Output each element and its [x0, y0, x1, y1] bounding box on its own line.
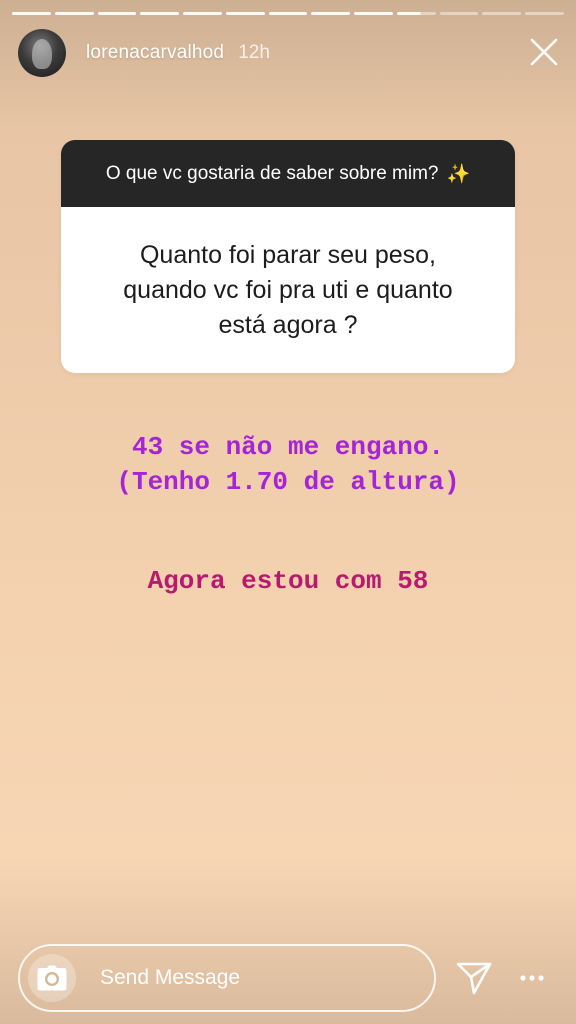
close-button[interactable]: [528, 36, 560, 68]
progress-segment: [525, 12, 564, 15]
send-button[interactable]: [454, 958, 494, 998]
avatar[interactable]: [18, 29, 66, 77]
camera-button[interactable]: [28, 954, 76, 1002]
progress-segment: [396, 12, 436, 15]
more-options-button[interactable]: [512, 958, 552, 998]
progress-segment: [482, 12, 522, 15]
username[interactable]: lorenacarvalhod: [86, 42, 224, 64]
progress-segment: [12, 12, 51, 15]
answer-text-1: 43 se não me engano. (Tenho 1.70 de altu…: [116, 432, 460, 497]
answer-text-2: Agora estou com 58: [147, 566, 429, 596]
progress-segment: [97, 12, 137, 15]
send-icon: [456, 962, 492, 995]
camera-icon: [37, 965, 67, 991]
question-prompt: O que vc gostaria de saber sobre mim? ✨: [61, 140, 515, 207]
progress-segment: [268, 12, 308, 15]
progress-segment: [225, 12, 265, 15]
story-header: lorenacarvalhod 12h: [18, 28, 270, 78]
close-icon: [530, 38, 558, 66]
story-view[interactable]: lorenacarvalhod 12h O que vc gostaria de…: [0, 0, 576, 1024]
progress-segment: [311, 12, 351, 15]
sparkles-icon: ✨: [446, 163, 471, 185]
question-prompt-text: O que vc gostaria de saber sobre mim?: [105, 162, 439, 184]
timestamp: 12h: [238, 42, 270, 63]
question-text: Quanto foi parar seu peso, quando vc foi…: [123, 240, 453, 339]
progress-segment: [54, 12, 94, 15]
progress-segment: [439, 12, 479, 15]
question-sticker: O que vc gostaria de saber sobre mim? ✨ …: [61, 140, 515, 373]
story-progress-bar: [12, 12, 564, 15]
send-message-input[interactable]: [100, 966, 400, 990]
reply-bar: [18, 944, 436, 1012]
progress-segment: [354, 12, 393, 15]
more-icon: [520, 975, 544, 981]
progress-segment: [183, 12, 222, 15]
progress-segment: [140, 12, 180, 15]
